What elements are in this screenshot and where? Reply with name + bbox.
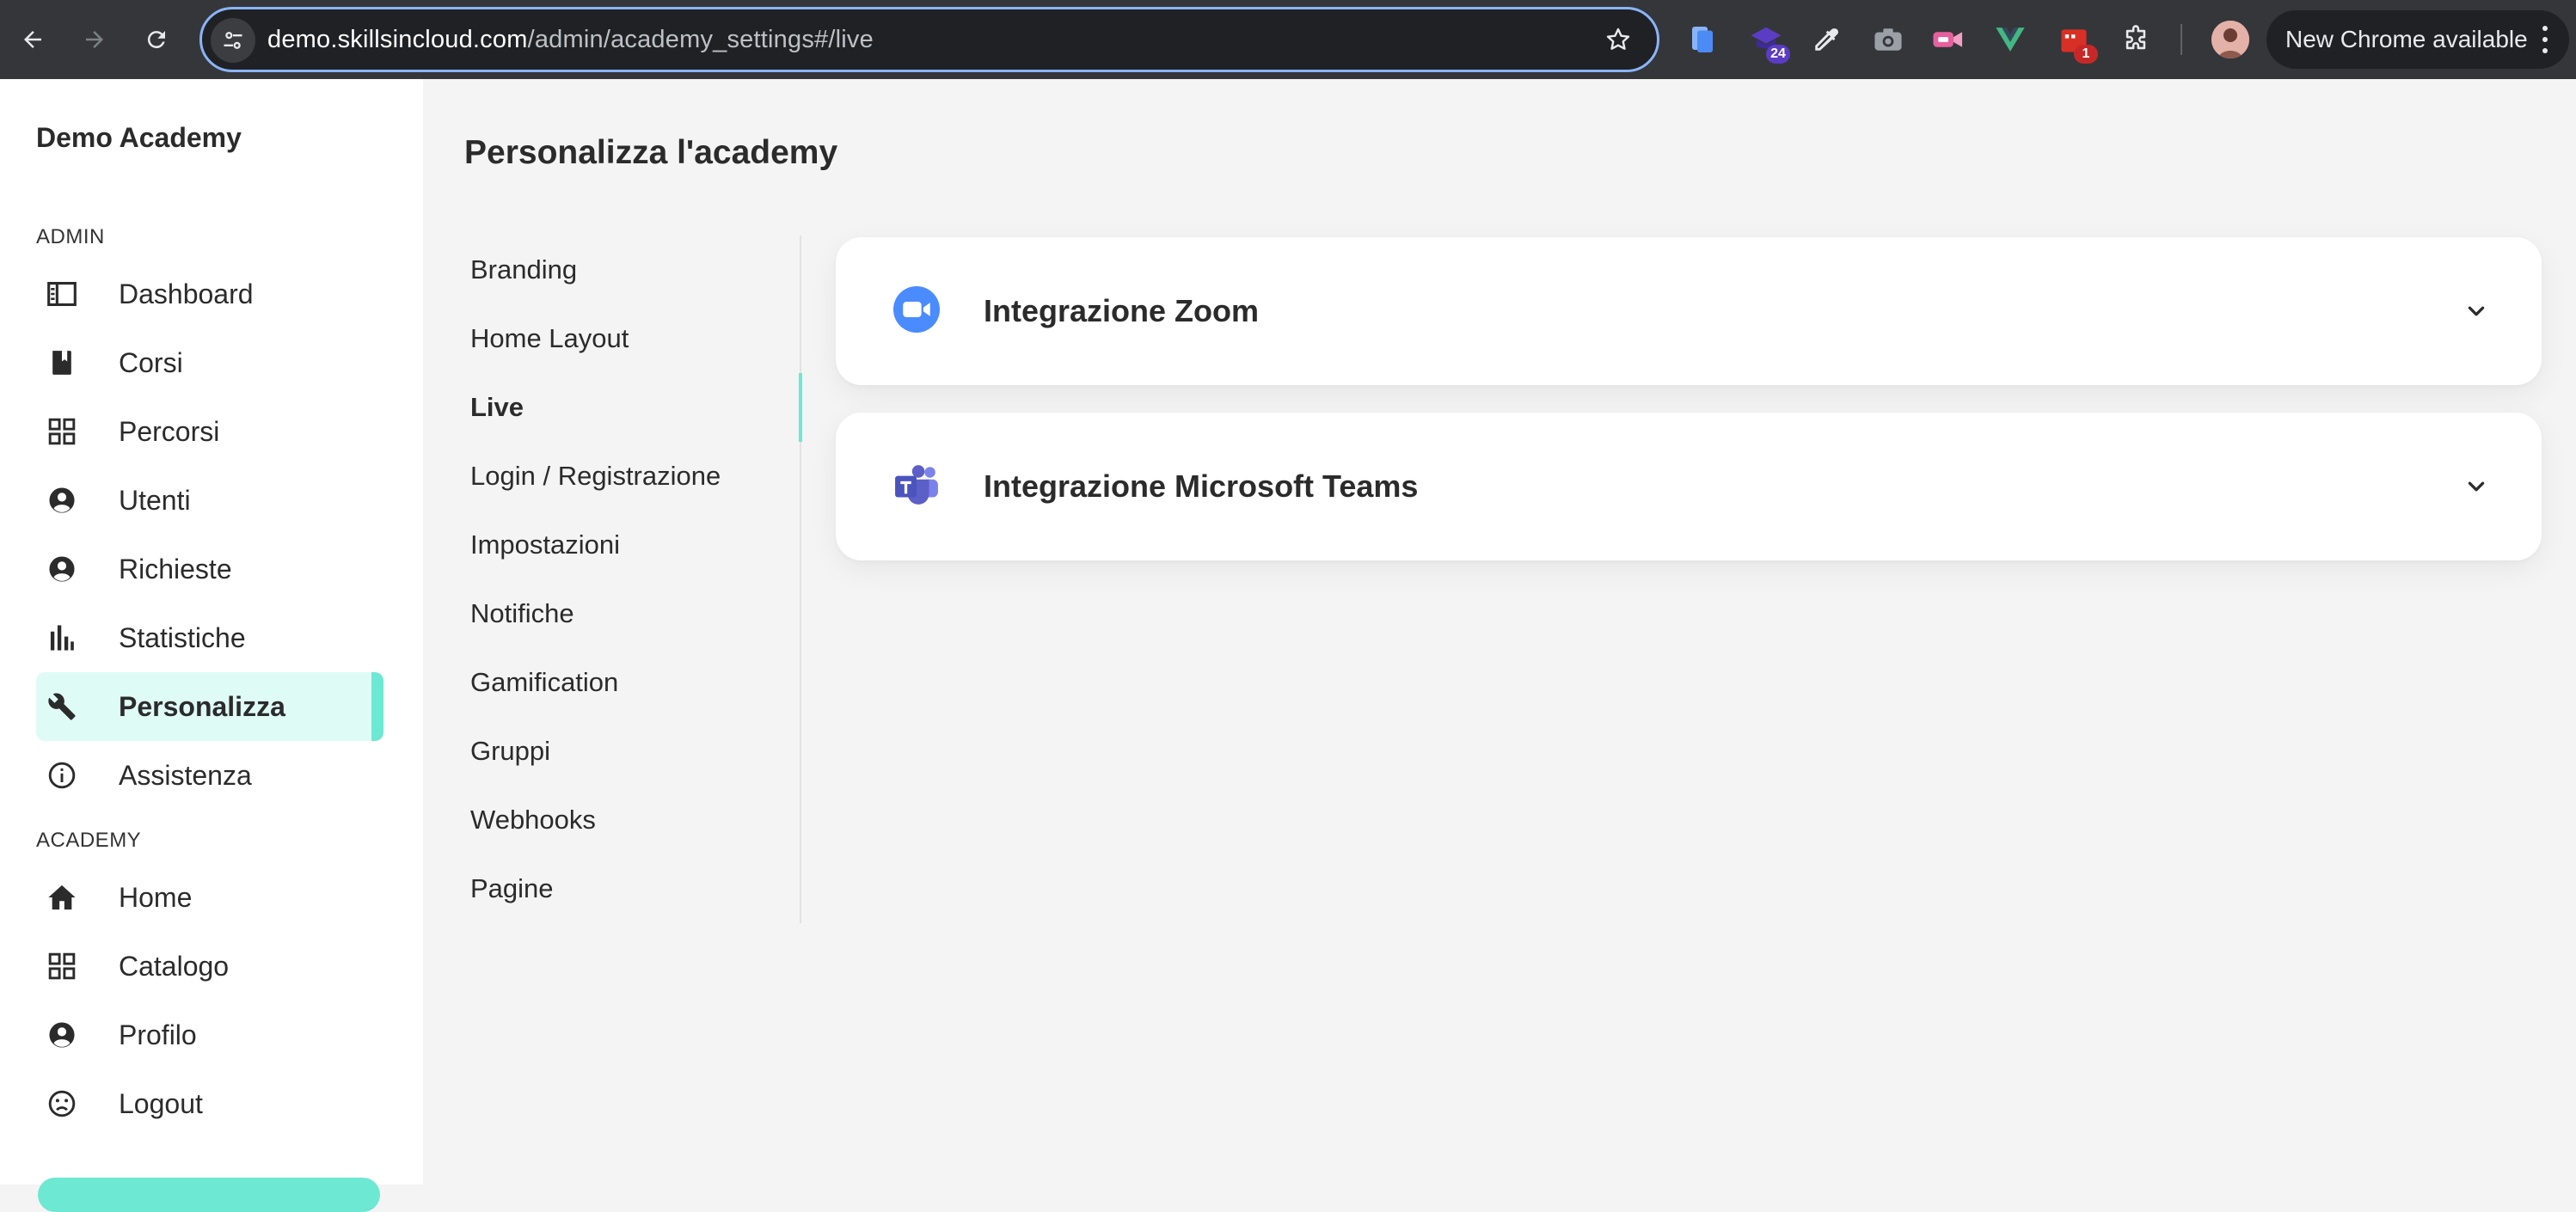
sidebar-item-label: Personalizza: [119, 691, 285, 722]
page-title: Personalizza l'academy: [464, 134, 838, 171]
sidebar-item-statistiche[interactable]: Statistiche: [36, 603, 380, 672]
zoom-icon: [892, 285, 941, 334]
document-icon[interactable]: [1682, 19, 1723, 60]
toolbar-divider: [2180, 24, 2182, 55]
sidebar-item-label: Assistenza: [119, 760, 252, 791]
sidebar-item-label: Corsi: [119, 347, 183, 378]
card-title: Integrazione Microsoft Teams: [984, 468, 1419, 504]
vue-devtools-icon[interactable]: [1990, 19, 2031, 60]
sub-nav-home-layout[interactable]: Home Layout: [470, 304, 797, 373]
sub-nav-gruppi[interactable]: Gruppi: [470, 717, 797, 786]
url-host: demo.skillsincloud.com: [267, 26, 528, 53]
academy-section-label: ACADEMY: [36, 829, 142, 852]
wrench-icon: [46, 691, 77, 722]
color-picker-icon[interactable]: [1806, 19, 1847, 60]
user-icon: [46, 554, 77, 585]
grid-icon: [46, 416, 77, 447]
url-text[interactable]: demo.skillsincloud.com/admin/academy_set…: [267, 9, 874, 70]
academy-icon[interactable]: 24: [1745, 19, 1790, 64]
book-icon: [46, 347, 77, 378]
calendar-icon[interactable]: 1: [2053, 19, 2098, 64]
extensions-puzzle-icon[interactable]: [2115, 19, 2156, 60]
dashboard-icon: [46, 279, 77, 309]
browser-toolbar: demo.skillsincloud.com/admin/academy_set…: [0, 0, 2576, 79]
sub-nav-live[interactable]: Live: [470, 373, 797, 442]
forward-button[interactable]: [76, 21, 113, 58]
extension-badge: 24: [1766, 45, 1790, 64]
sidebar-item-dashboard[interactable]: Dashboard: [36, 260, 380, 328]
url-path: /admin/academy_settings#/live: [527, 26, 874, 53]
sidebar-item-percorsi[interactable]: Percorsi: [36, 397, 380, 466]
sidebar-item-label: Statistiche: [119, 622, 246, 653]
sub-nav-branding[interactable]: Branding: [470, 236, 797, 304]
info-icon: [46, 760, 77, 791]
camera-icon[interactable]: [1868, 19, 1909, 60]
address-bar[interactable]: demo.skillsincloud.com/admin/academy_set…: [199, 7, 1659, 72]
grid-icon: [46, 951, 77, 982]
sub-nav-notifiche[interactable]: Notifiche: [470, 579, 797, 648]
sub-nav-gamification[interactable]: Gamification: [470, 648, 797, 717]
sidebar-item-label: Percorsi: [119, 416, 220, 447]
sidebar-item-label: Logout: [119, 1088, 203, 1119]
user-icon: [46, 485, 77, 516]
sidebar-item-logout[interactable]: Logout: [36, 1069, 380, 1138]
reload-button[interactable]: [138, 21, 175, 58]
back-button[interactable]: [14, 21, 52, 58]
sidebar-item-catalogo[interactable]: Catalogo: [36, 932, 380, 1001]
sidebar: Demo Academy ADMIN Dashboard Corsi Perco…: [0, 79, 423, 1212]
sidebar-item-corsi[interactable]: Corsi: [36, 328, 380, 397]
sidebar-item-utenti[interactable]: Utenti: [36, 466, 380, 535]
sidebar-item-personalizza[interactable]: Personalizza: [36, 672, 383, 741]
sidebar-item-assistenza[interactable]: Assistenza: [36, 741, 380, 810]
teams-integration-card[interactable]: Integrazione Microsoft Teams: [836, 413, 2542, 560]
sub-nav-active-indicator: [799, 373, 802, 442]
chevron-down-icon[interactable]: [2463, 473, 2490, 500]
bar-chart-icon: [46, 622, 77, 653]
video-record-icon[interactable]: [1928, 19, 1969, 60]
sidebar-item-profilo[interactable]: Profilo: [36, 1001, 380, 1069]
academy-brand[interactable]: Demo Academy: [36, 122, 242, 154]
site-settings-icon[interactable]: [211, 18, 255, 63]
sub-nav-pagine[interactable]: Pagine: [470, 854, 797, 923]
bookmark-star-icon[interactable]: [1602, 23, 1635, 56]
main-content: Personalizza l'academy Branding Home Lay…: [423, 79, 2576, 1184]
sidebar-item-label: Utenti: [119, 485, 191, 516]
sidebar-item-label: Catalogo: [119, 951, 230, 982]
new-chrome-label: New Chrome available: [2285, 26, 2528, 52]
extension-badge: 1: [2074, 45, 2098, 64]
sad-face-icon: [46, 1088, 77, 1119]
sidebar-item-label: Profilo: [119, 1019, 197, 1050]
user-icon: [46, 1019, 77, 1050]
sidebar-item-richieste[interactable]: Richieste: [36, 535, 380, 603]
teams-icon: [892, 461, 941, 509]
zoom-integration-card[interactable]: Integrazione Zoom: [836, 237, 2542, 385]
sidebar-item-label: Home: [119, 882, 193, 913]
sub-nav-webhooks[interactable]: Webhooks: [470, 786, 797, 854]
new-chrome-available-button[interactable]: New Chrome available: [2266, 10, 2569, 69]
sub-nav-impostazioni[interactable]: Impostazioni: [470, 511, 797, 579]
card-title: Integrazione Zoom: [984, 293, 1260, 328]
profile-avatar[interactable]: [2211, 21, 2249, 58]
admin-section-label: ADMIN: [36, 225, 105, 248]
sidebar-item-label: Richieste: [119, 554, 232, 585]
sub-nav-login-registrazione[interactable]: Login / Registrazione: [470, 442, 797, 511]
sidebar-item-label: Dashboard: [119, 279, 254, 309]
active-indicator: [371, 672, 383, 741]
home-icon: [46, 882, 77, 913]
sidebar-item-home[interactable]: Home: [36, 863, 380, 932]
sidebar-bottom-button[interactable]: [38, 1178, 380, 1212]
more-vertical-icon[interactable]: [2536, 26, 2554, 53]
chevron-down-icon[interactable]: [2463, 297, 2490, 325]
settings-sub-nav: Branding Home Layout Live Login / Regist…: [464, 236, 802, 923]
